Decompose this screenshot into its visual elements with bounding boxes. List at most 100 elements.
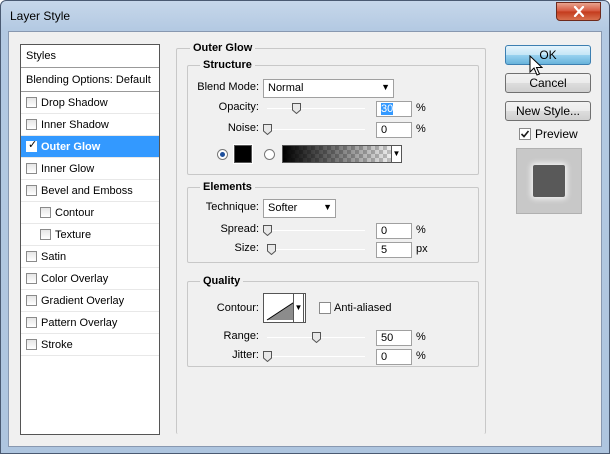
spread-slider-track[interactable]	[267, 230, 365, 231]
size-unit: px	[416, 243, 428, 255]
opacity-input[interactable]: 30	[376, 101, 412, 117]
jitter-slider-track[interactable]	[267, 356, 365, 357]
style-item-label: Bevel and Emboss	[41, 185, 133, 197]
technique-select[interactable]: Softer ▼	[263, 199, 336, 218]
spread-slider-thumb[interactable]	[263, 225, 272, 236]
styles-header[interactable]: Styles	[21, 45, 159, 68]
style-checkbox[interactable]	[26, 185, 37, 196]
style-checkbox[interactable]	[26, 97, 37, 108]
range-unit: %	[416, 331, 426, 343]
styles-list: Styles Blending Options: Default Drop Sh…	[20, 44, 160, 435]
check-icon	[520, 130, 530, 138]
style-item-label: Inner Glow	[41, 163, 95, 175]
check-icon: ✓	[28, 139, 38, 151]
blend-mode-select[interactable]: Normal ▼	[263, 79, 394, 98]
size-label: Size:	[234, 242, 259, 254]
style-item-label: Satin	[41, 251, 67, 263]
size-slider-thumb[interactable]	[267, 244, 276, 255]
new-style-button[interactable]: New Style...	[505, 101, 591, 121]
style-item-inner-glow[interactable]: Inner Glow	[21, 158, 159, 180]
jitter-unit: %	[416, 350, 426, 362]
size-input[interactable]: 5	[376, 242, 412, 258]
style-item-satin[interactable]: Satin	[21, 246, 159, 268]
dialog-content: Styles Blending Options: Default Drop Sh…	[8, 31, 602, 447]
preview-checkbox[interactable]	[519, 128, 531, 140]
style-item-drop-shadow[interactable]: Drop Shadow	[21, 92, 159, 114]
style-item-label: Pattern Overlay	[41, 317, 118, 329]
spread-label: Spread:	[220, 223, 259, 235]
chevron-down-icon: ▼	[392, 149, 401, 158]
style-checkbox[interactable]	[40, 229, 51, 240]
range-input[interactable]: 50	[376, 330, 412, 346]
style-item-label: Drop Shadow	[41, 97, 108, 109]
quality-title: Quality	[200, 275, 244, 287]
style-item-label: Stroke	[41, 339, 73, 351]
anti-aliased-label[interactable]: Anti-aliased	[334, 302, 391, 314]
size-slider-track[interactable]	[267, 249, 365, 250]
style-item-color-overlay[interactable]: Color Overlay	[21, 268, 159, 290]
glow-color-swatch[interactable]	[233, 144, 253, 164]
technique-value: Softer	[268, 202, 298, 214]
gradient-dropdown-button[interactable]: ▼	[391, 145, 402, 163]
style-checkbox[interactable]	[26, 339, 37, 350]
opacity-slider-track[interactable]	[267, 108, 365, 109]
close-button[interactable]	[556, 2, 601, 21]
opacity-label: Opacity:	[218, 101, 259, 113]
contour-label: Contour:	[216, 302, 259, 314]
style-checkbox[interactable]	[40, 207, 51, 218]
outer-glow-title: Outer Glow	[190, 42, 256, 54]
gradient-radio[interactable]	[264, 149, 275, 160]
preview-label[interactable]: Preview	[535, 127, 578, 141]
style-checkbox[interactable]: ✓	[26, 139, 38, 152]
style-item-bevel-and-emboss[interactable]: Bevel and Emboss	[21, 180, 159, 202]
blend-mode-value: Normal	[268, 82, 304, 94]
blending-options-item[interactable]: Blending Options: Default	[21, 68, 159, 92]
style-item-outer-glow[interactable]: ✓ Outer Glow	[21, 136, 159, 158]
style-checkbox[interactable]	[26, 295, 37, 306]
style-item-texture[interactable]: Texture	[21, 224, 159, 246]
style-checkbox[interactable]	[26, 251, 37, 262]
style-item-label: Contour	[55, 207, 95, 219]
style-item-label: Inner Shadow	[41, 119, 109, 131]
style-checkbox[interactable]	[26, 119, 37, 130]
style-item-label: Texture	[55, 229, 92, 241]
blend-mode-label: Blend Mode:	[197, 81, 259, 93]
style-checkbox[interactable]	[26, 273, 37, 284]
style-item-gradient-overlay[interactable]: Gradient Overlay	[21, 290, 159, 312]
style-item-label: Color Overlay	[41, 273, 109, 285]
jitter-input[interactable]: 0	[376, 349, 412, 365]
arrow-cursor-icon	[529, 55, 543, 76]
range-label: Range:	[223, 330, 259, 342]
spread-input[interactable]: 0	[376, 223, 412, 239]
jitter-slider-thumb[interactable]	[263, 351, 272, 362]
technique-label: Technique:	[205, 201, 259, 213]
spread-unit: %	[416, 224, 426, 236]
glow-gradient-swatch[interactable]	[282, 145, 400, 163]
style-item-label: Outer Glow	[41, 141, 101, 153]
anti-aliased-checkbox[interactable]	[319, 302, 331, 314]
style-checkbox[interactable]	[26, 317, 37, 328]
noise-unit: %	[416, 123, 426, 135]
solid-color-radio[interactable]	[217, 149, 228, 160]
cancel-button[interactable]: Cancel	[505, 73, 591, 93]
close-icon	[573, 6, 584, 17]
contour-dropdown-button[interactable]: ▼	[293, 293, 304, 323]
style-item-inner-shadow[interactable]: Inner Shadow	[21, 114, 159, 136]
chevron-down-icon: ▼	[294, 303, 303, 312]
ok-button[interactable]: OK	[505, 45, 591, 65]
preview-layer-square	[533, 165, 565, 197]
title-bar[interactable]: Layer Style	[1, 1, 609, 31]
chevron-down-icon: ▼	[323, 202, 332, 212]
noise-label: Noise:	[227, 122, 259, 134]
style-item-label: Gradient Overlay	[41, 295, 125, 307]
noise-slider-track[interactable]	[267, 129, 365, 130]
style-item-stroke[interactable]: Stroke	[21, 334, 159, 356]
style-item-contour[interactable]: Contour	[21, 202, 159, 224]
noise-slider-thumb[interactable]	[263, 124, 272, 135]
chevron-down-icon: ▼	[381, 82, 390, 92]
style-item-pattern-overlay[interactable]: Pattern Overlay	[21, 312, 159, 334]
opacity-slider-thumb[interactable]	[292, 103, 301, 114]
style-checkbox[interactable]	[26, 163, 37, 174]
noise-input[interactable]: 0	[376, 122, 412, 138]
range-slider-thumb[interactable]	[312, 332, 321, 343]
